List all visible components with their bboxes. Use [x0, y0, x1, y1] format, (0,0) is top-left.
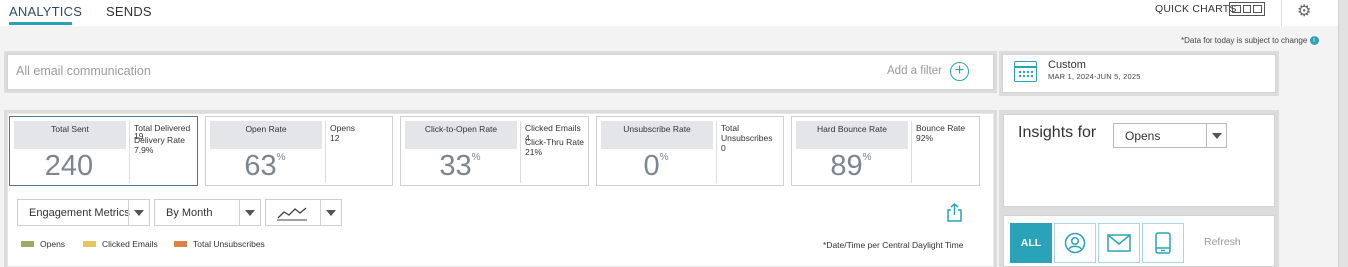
legend-label: Clicked Emails	[102, 239, 158, 249]
metric-title: Total Sent	[14, 121, 126, 149]
metric-value: 89%	[830, 150, 872, 182]
metric-details: Clicked Emails 4 Click-Thru Rate 21%	[525, 123, 585, 157]
active-tab-indicator	[9, 22, 72, 25]
toolbar-divider	[1281, 0, 1282, 26]
timezone-note: *Date/Time per Central Daylight Time	[823, 240, 964, 250]
quick-charts-icon[interactable]	[1229, 2, 1265, 16]
filter-audience-button[interactable]	[1054, 223, 1096, 263]
period-select[interactable]: By Month	[154, 199, 261, 226]
user-icon	[1064, 232, 1086, 254]
metric-title: Hard Bounce Rate	[796, 121, 908, 149]
data-note: *Data for today is subject to change i	[1181, 36, 1319, 46]
legend-item-opens[interactable]: Opens	[21, 239, 65, 249]
export-icon[interactable]	[946, 203, 963, 222]
chevron-down-icon[interactable]	[128, 200, 149, 225]
chart-type-select[interactable]	[265, 199, 342, 226]
top-bar: ANALYTICS SENDS QUICK CHARTS ⚙	[0, 0, 1338, 26]
metric-card-total-sent[interactable]: Total Sent 240 Total Delivered 19 Delive…	[9, 116, 198, 186]
metric-card-hard-bounce-rate[interactable]: Hard Bounce Rate 89% Bounce Rate 92%	[791, 116, 980, 186]
chevron-down-icon[interactable]	[320, 200, 341, 225]
metric-details: Opens 12	[330, 123, 356, 143]
scrollbar[interactable]	[1338, 0, 1348, 267]
metric-title: Open Rate	[210, 121, 322, 149]
chevron-down-icon[interactable]	[1206, 124, 1226, 147]
insights-select-label: Opens	[1125, 129, 1161, 143]
info-icon[interactable]: i	[1309, 36, 1319, 46]
refresh-link[interactable]: Refresh	[1204, 236, 1241, 248]
metric-title: Unsubscribe Rate	[601, 121, 713, 149]
legend-swatch	[21, 241, 34, 247]
legend-swatch	[83, 241, 96, 247]
filter-bar[interactable]	[7, 54, 994, 90]
filter-mobile-button[interactable]	[1142, 223, 1184, 263]
legend-label: Opens	[40, 239, 66, 249]
metric-value: 0%	[643, 150, 669, 182]
metric-title: Click-to-Open Rate	[405, 121, 517, 149]
legend-item-total-unsubscribes[interactable]: Total Unsubscribes	[174, 239, 265, 249]
legend-swatch	[174, 241, 187, 247]
chevron-down-icon[interactable]	[239, 200, 260, 225]
legend-label: Total Unsubscribes	[193, 239, 265, 249]
metric-value: 33%	[439, 150, 481, 182]
line-chart-icon	[277, 203, 307, 224]
period-select-label: By Month	[166, 207, 213, 219]
data-note-text: *Data for today is subject to change	[1181, 36, 1308, 45]
mobile-device-icon	[1155, 232, 1171, 254]
date-range-value: MAR 1, 2024-JUN 5, 2025	[1048, 72, 1141, 81]
metric-value: 240	[44, 150, 94, 182]
metric-details: Total Delivered 19 Delivery Rate 7.9%	[134, 123, 191, 155]
filter-placeholder[interactable]: All email communication	[16, 64, 151, 78]
metric-type-select[interactable]: Engagement Metrics	[17, 199, 150, 226]
insights-select[interactable]: Opens	[1113, 123, 1227, 148]
tab-analytics[interactable]: ANALYTICS	[9, 4, 82, 19]
legend-item-clicked-emails[interactable]: Clicked Emails	[83, 239, 158, 249]
calendar-icon[interactable]	[1014, 61, 1037, 82]
insights-title: Insights for	[1018, 124, 1097, 141]
date-range-title: Custom	[1048, 59, 1086, 71]
add-filter-plus-icon[interactable]: +	[950, 62, 969, 81]
metric-value: 63%	[244, 150, 286, 182]
filter-email-button[interactable]	[1098, 223, 1140, 263]
add-filter-label[interactable]: Add a filter	[887, 65, 942, 77]
metric-type-select-label: Engagement Metrics	[29, 207, 130, 219]
metric-details: Total Unsubscribes 0	[721, 123, 773, 153]
gear-icon[interactable]: ⚙	[1297, 1, 1311, 21]
metric-card-open-rate[interactable]: Open Rate 63% Opens 12	[205, 116, 393, 186]
quick-charts-label[interactable]: QUICK CHARTS	[1155, 3, 1237, 15]
metric-card-unsubscribe-rate[interactable]: Unsubscribe Rate 0% Total Unsubscribes 0	[596, 116, 784, 186]
filter-all-button[interactable]: ALL	[1010, 223, 1052, 263]
tab-sends[interactable]: SENDS	[106, 4, 152, 19]
envelope-icon	[1107, 234, 1131, 252]
metric-details: Bounce Rate 92%	[916, 123, 966, 143]
metric-card-click-to-open-rate[interactable]: Click-to-Open Rate 33% Clicked Emails 4 …	[400, 116, 589, 186]
